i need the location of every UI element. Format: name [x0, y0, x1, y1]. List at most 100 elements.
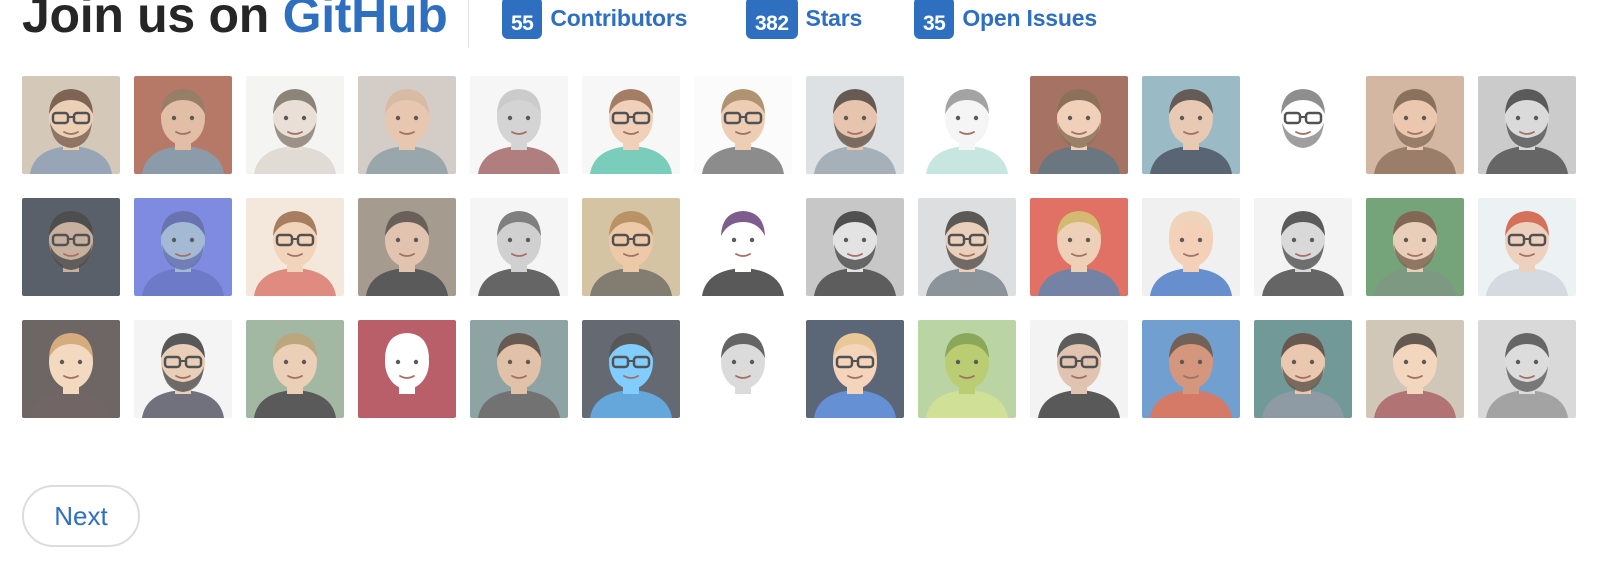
avatar-image	[358, 320, 456, 418]
contributor-avatar[interactable]	[22, 198, 120, 296]
avatar-image	[246, 320, 344, 418]
avatar-image	[582, 320, 680, 418]
contributor-avatar[interactable]	[22, 76, 120, 174]
avatar-image	[22, 320, 120, 418]
avatar-image	[582, 76, 680, 174]
contributor-avatar[interactable]	[358, 76, 456, 174]
contributor-avatar[interactable]	[358, 198, 456, 296]
contributor-avatar[interactable]	[470, 320, 568, 418]
contributor-avatar[interactable]	[134, 76, 232, 174]
avatar-image	[1366, 76, 1464, 174]
github-brand-link[interactable]: GitHub	[283, 0, 448, 43]
avatar-image	[1142, 76, 1240, 174]
contributor-avatar[interactable]	[22, 320, 120, 418]
contributor-avatar[interactable]	[1254, 76, 1352, 174]
avatar-image	[918, 76, 1016, 174]
avatar-image	[694, 76, 792, 174]
next-button[interactable]: Next	[22, 485, 140, 547]
contributor-avatar[interactable]	[134, 320, 232, 418]
avatar-image	[806, 198, 904, 296]
avatar-image	[246, 76, 344, 174]
contributor-avatar[interactable]	[1030, 198, 1128, 296]
contributor-avatar[interactable]	[806, 320, 904, 418]
avatar-image	[470, 320, 568, 418]
avatar-image	[806, 76, 904, 174]
contributors-count-badge: 55	[502, 0, 543, 39]
contributor-avatar[interactable]	[582, 198, 680, 296]
contributor-avatar[interactable]	[470, 198, 568, 296]
contributor-avatar[interactable]	[246, 76, 344, 174]
contributor-avatar[interactable]	[1142, 320, 1240, 418]
contributor-avatar[interactable]	[582, 76, 680, 174]
avatar-image	[134, 320, 232, 418]
open-issues-label: Open Issues	[962, 5, 1097, 31]
title-prefix: Join us on	[22, 0, 270, 43]
header-divider	[468, 0, 469, 48]
contributor-avatar[interactable]	[470, 76, 568, 174]
contributor-avatar[interactable]	[246, 198, 344, 296]
avatar-image	[806, 320, 904, 418]
contributor-avatar[interactable]	[1366, 76, 1464, 174]
avatar-image	[1254, 76, 1352, 174]
avatar-image	[918, 320, 1016, 418]
stars-link[interactable]: 382 Stars	[746, 0, 862, 40]
avatar-image	[1142, 320, 1240, 418]
contributor-avatar[interactable]	[694, 320, 792, 418]
contributor-avatar[interactable]	[918, 76, 1016, 174]
section-header: Join us on GitHub	[22, 0, 448, 48]
contributor-avatar[interactable]	[694, 76, 792, 174]
avatar-image	[1478, 76, 1576, 174]
contributor-avatar[interactable]	[1478, 76, 1576, 174]
avatar-image	[22, 76, 120, 174]
contributor-avatar[interactable]	[1142, 198, 1240, 296]
contributor-avatar[interactable]	[806, 198, 904, 296]
contributor-avatar[interactable]	[1254, 198, 1352, 296]
contributor-avatar[interactable]	[1366, 320, 1464, 418]
avatar-image	[1478, 320, 1576, 418]
contributors-label: Contributors	[550, 5, 688, 31]
avatar-image	[1030, 76, 1128, 174]
contributor-avatar[interactable]	[1254, 320, 1352, 418]
open-issues-link[interactable]: 35 Open Issues	[914, 0, 1097, 40]
page-title: Join us on GitHub	[22, 0, 448, 44]
contributor-avatar[interactable]	[1030, 76, 1128, 174]
avatar-image	[1478, 198, 1576, 296]
avatar-image	[246, 198, 344, 296]
avatar-image	[1254, 320, 1352, 418]
contributor-avatar[interactable]	[694, 198, 792, 296]
contributor-avatar[interactable]	[1366, 198, 1464, 296]
contributor-avatar[interactable]	[358, 320, 456, 418]
stars-count-badge: 382	[746, 0, 798, 39]
contributor-avatar[interactable]	[1478, 320, 1576, 418]
avatar-image	[918, 198, 1016, 296]
avatar-image	[582, 198, 680, 296]
contributor-avatar[interactable]	[1030, 320, 1128, 418]
avatar-image	[1366, 320, 1464, 418]
avatar-image	[1030, 198, 1128, 296]
contributor-avatar[interactable]	[918, 320, 1016, 418]
contributors-link[interactable]: 55 Contributors	[502, 0, 687, 40]
avatar-image	[1254, 198, 1352, 296]
stars-label: Stars	[805, 5, 863, 31]
avatar-image	[470, 76, 568, 174]
avatar-image	[22, 198, 120, 296]
contributor-avatar[interactable]	[582, 320, 680, 418]
avatar-image	[134, 198, 232, 296]
avatar-image	[470, 198, 568, 296]
contributor-avatar[interactable]	[1142, 76, 1240, 174]
avatar-image	[694, 320, 792, 418]
avatar-image	[358, 198, 456, 296]
avatar-image	[1142, 198, 1240, 296]
avatar-image	[358, 76, 456, 174]
open-issues-count-badge: 35	[914, 0, 955, 39]
avatar-image	[134, 76, 232, 174]
contributor-avatar[interactable]	[1478, 198, 1576, 296]
contributor-avatar[interactable]	[246, 320, 344, 418]
contributor-avatar[interactable]	[918, 198, 1016, 296]
contributor-avatar[interactable]	[806, 76, 904, 174]
avatar-image	[1366, 198, 1464, 296]
avatar-image	[694, 198, 792, 296]
avatar-image	[1030, 320, 1128, 418]
contributor-avatar[interactable]	[134, 198, 232, 296]
contributor-avatar-grid	[22, 76, 1576, 418]
